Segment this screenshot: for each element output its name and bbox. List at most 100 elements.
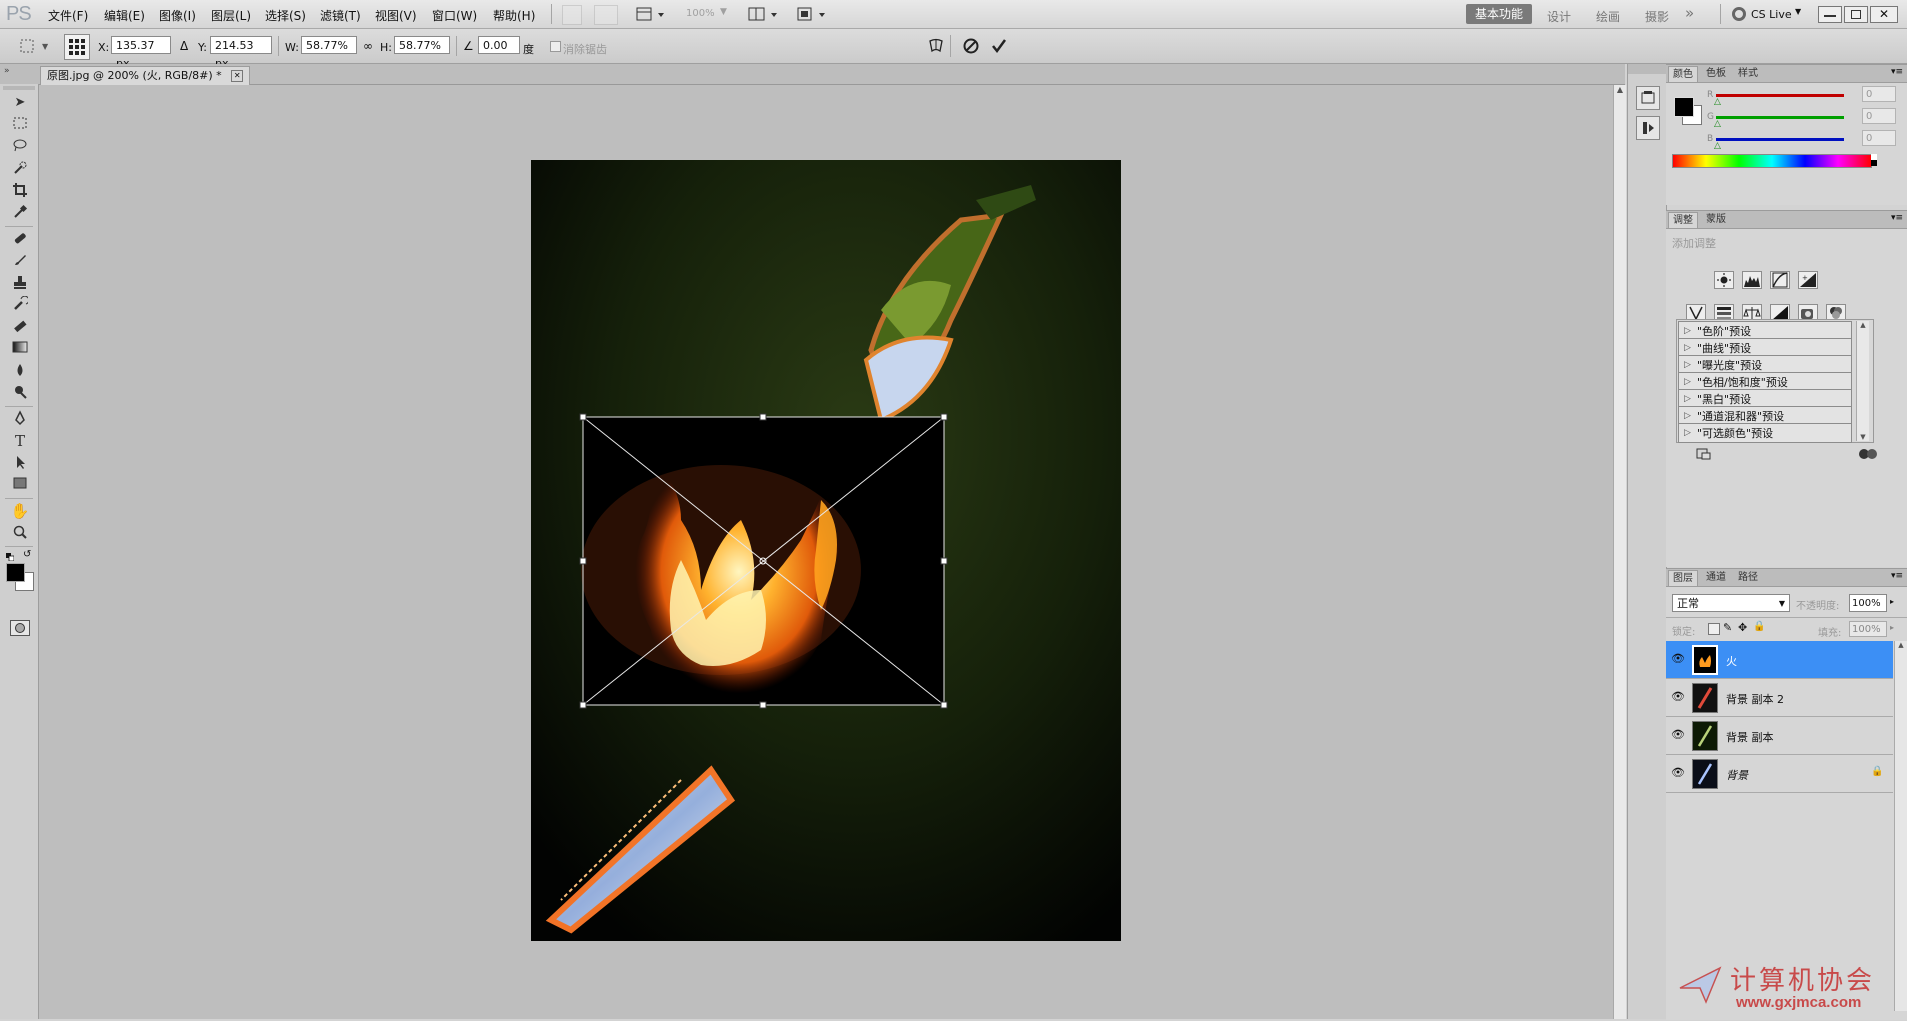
dodge-tool-icon[interactable] [9,384,31,402]
path-selection-tool-icon[interactable] [9,454,31,472]
blue-value-input[interactable]: 0 [1862,130,1896,146]
screen-mode-dropdown[interactable] [796,6,828,22]
view-extras-dropdown[interactable] [636,6,666,22]
warp-mode-button[interactable] [927,37,945,55]
curves-icon[interactable] [1770,271,1790,289]
green-slider[interactable] [1716,116,1844,119]
bridge-button[interactable] [562,5,582,25]
antialias-checkbox[interactable] [550,41,561,52]
zoom-level[interactable]: 100% [686,8,715,19]
panel-menu-icon[interactable]: ▾≡ [1891,67,1903,77]
tab-channels[interactable]: 通道 [1702,570,1730,585]
tool-preset-picker[interactable] [18,37,38,55]
arrange-documents-dropdown[interactable] [748,6,780,22]
fill-input[interactable]: 100% [1849,621,1887,637]
actions-panel-button[interactable] [1636,116,1660,140]
brightness-contrast-icon[interactable] [1714,271,1734,289]
scroll-down-icon[interactable]: ▼ [1857,433,1869,441]
default-colors-icon[interactable] [6,550,15,562]
collapse-toolbox-icon[interactable]: » [4,66,10,76]
crop-tool-icon[interactable] [9,182,31,200]
panel-menu-icon[interactable]: ▾≡ [1891,571,1903,581]
lasso-tool-icon[interactable] [9,138,31,156]
tab-masks[interactable]: 蒙版 [1702,212,1730,227]
menu-help[interactable]: 帮助(H) [493,7,535,24]
history-brush-tool-icon[interactable] [9,295,31,314]
pen-tool-icon[interactable] [9,410,31,428]
restore-button[interactable] [1844,6,1868,23]
layer-row-fire[interactable]: 👁 火 [1666,641,1893,679]
workspace-design[interactable]: 设计 [1547,8,1571,25]
document-canvas[interactable] [531,160,1121,941]
blur-tool-icon[interactable] [9,362,31,380]
x-position-input[interactable]: 135.37 px [111,36,171,70]
visibility-eye-icon[interactable]: 👁 [1671,691,1685,702]
reference-point-locator[interactable] [64,34,90,60]
gradient-tool-icon[interactable] [9,340,31,358]
presets-scrollbar[interactable]: ▲ ▼ [1856,321,1869,441]
slider-thumb-icon[interactable]: △ [1714,97,1721,107]
minibridge-button[interactable] [594,5,618,25]
close-button[interactable]: ✕ [1870,6,1898,23]
vertical-scrollbar[interactable]: ▲ [1613,85,1626,1019]
history-panel-button[interactable] [1636,86,1660,110]
clone-stamp-tool-icon[interactable] [9,274,31,292]
scroll-up-icon[interactable]: ▲ [1614,85,1626,94]
layer-row-background[interactable]: 👁 背景 🔒 [1666,755,1893,793]
preset-selective-color[interactable]: ▷ "可选颜色"预设 [1678,423,1852,443]
red-value-input[interactable]: 0 [1862,86,1896,102]
document-tab[interactable]: 原图.jpg @ 200% (火, RGB/8#) * ✕ [40,66,251,85]
foreground-color-swatch[interactable] [6,563,25,582]
layer-row-bg-copy-2[interactable]: 👁 背景 副本 2 [1666,679,1893,717]
exposure-icon[interactable]: + [1798,271,1818,289]
cancel-transform-button[interactable] [962,37,980,55]
quick-mask-button[interactable] [10,620,30,636]
brush-tool-icon[interactable] [9,252,31,270]
return-to-list-button[interactable] [1696,447,1712,461]
move-tool-icon[interactable]: ➤ [9,94,31,112]
workspace-painting[interactable]: 绘画 [1596,8,1620,25]
hand-tool-icon[interactable]: ✋ [9,502,31,520]
menu-view[interactable]: 视图(V) [375,7,417,24]
shape-tool-icon[interactable] [9,476,31,494]
visibility-eye-icon[interactable]: 👁 [1671,653,1685,664]
tab-swatches[interactable]: 色板 [1702,66,1730,81]
workspace-essentials-button[interactable]: 基本功能 [1466,4,1532,24]
blend-mode-select[interactable]: 正常 ▼ [1672,594,1790,612]
quick-selection-tool-icon[interactable] [9,160,31,178]
scroll-up-icon[interactable]: ▲ [1895,641,1907,649]
lock-transparency-icon[interactable] [1708,623,1720,635]
menu-file[interactable]: 文件(F) [48,7,88,24]
swap-colors-icon[interactable]: ↺ [23,549,31,560]
red-slider[interactable] [1716,94,1844,97]
foreground-color-swatch[interactable] [1674,97,1694,117]
menu-select[interactable]: 选择(S) [265,7,306,24]
zoom-tool-icon[interactable] [9,524,31,542]
menu-window[interactable]: 窗口(W) [432,7,477,24]
black-swatch[interactable] [1871,160,1877,166]
opacity-input[interactable]: 100% [1849,594,1887,612]
dock-header[interactable] [1628,64,1666,74]
tab-paths[interactable]: 路径 [1734,570,1762,585]
chevron-down-icon[interactable]: ▼ [42,42,48,51]
cs-live-button[interactable]: CS Live [1751,8,1792,21]
menu-edit[interactable]: 编辑(E) [104,7,145,24]
menu-image[interactable]: 图像(I) [159,7,196,24]
chevron-right-icon[interactable]: ▸ [1890,597,1894,606]
clip-to-layer-button[interactable] [1858,447,1880,461]
color-ramp[interactable] [1672,154,1872,168]
menu-layer[interactable]: 图层(L) [211,7,251,24]
green-value-input[interactable]: 0 [1862,108,1896,124]
visibility-eye-icon[interactable]: 👁 [1671,729,1685,740]
menu-filter[interactable]: 滤镜(T) [320,7,361,24]
chevron-down-icon[interactable]: ▼ [720,7,727,17]
y-position-input[interactable]: 214.53 px [210,36,272,70]
type-tool-icon[interactable]: T [9,432,31,450]
tab-adjustments[interactable]: 调整 [1668,212,1698,228]
slider-thumb-icon[interactable]: △ [1714,141,1721,151]
slider-thumb-icon[interactable]: △ [1714,119,1721,129]
more-workspaces-button[interactable]: » [1685,4,1694,22]
eyedropper-tool-icon[interactable] [9,204,31,222]
tab-color[interactable]: 颜色 [1668,66,1698,82]
lock-position-icon[interactable]: ✥ [1738,621,1747,634]
